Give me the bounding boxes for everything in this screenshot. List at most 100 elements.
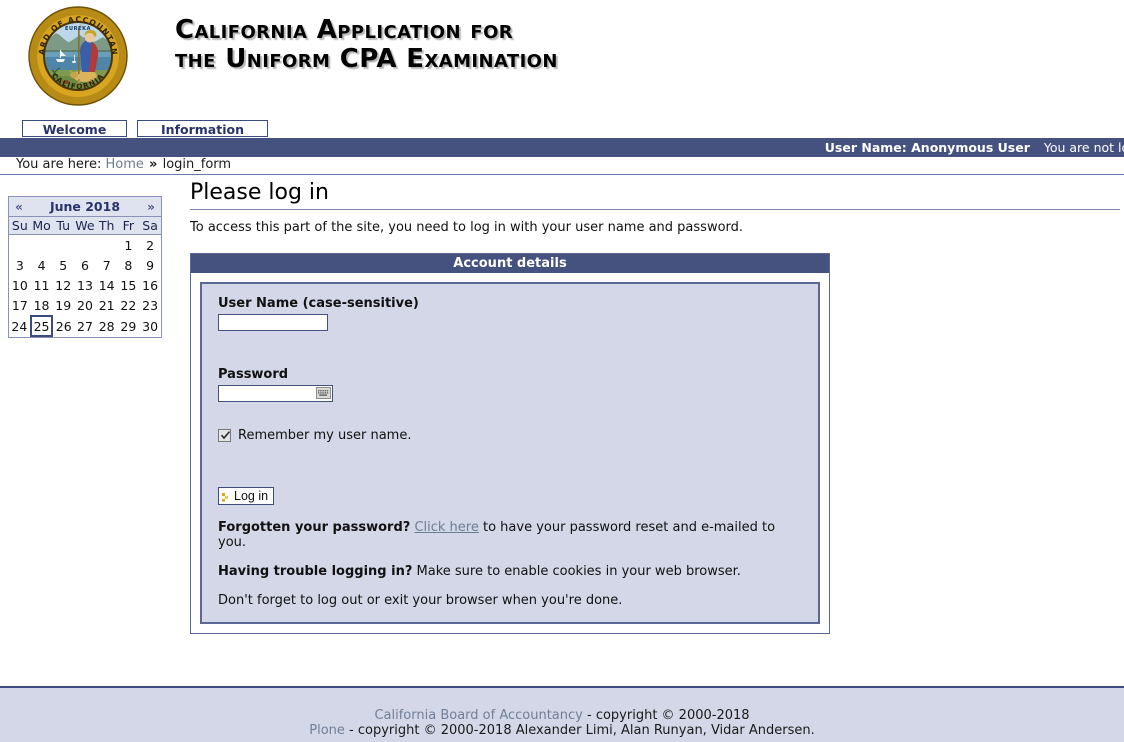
calendar-day[interactable]: 12 xyxy=(52,275,74,295)
calendar-table: Su Mo Tu We Th Fr Sa 1 2 3 4 5 6 7 8 9 10 11 12 13 14… xyxy=(9,217,161,337)
calendar-day[interactable]: 14 xyxy=(96,275,118,295)
calendar-day[interactable]: 24 xyxy=(9,316,31,336)
seal-graphic: BOARD OF ACCOUNTANCY CALIFORNIA EUREKA xyxy=(28,6,128,106)
calendar-week-row: 12 xyxy=(9,235,161,256)
calendar-day[interactable]: 15 xyxy=(118,275,140,295)
logout-note: Don't forget to log out or exit your bro… xyxy=(218,593,623,608)
calendar-day[interactable]: 16 xyxy=(139,275,161,295)
login-icon-glyph xyxy=(222,493,228,502)
calendar-day[interactable]: 13 xyxy=(74,275,96,295)
username-label: User Name (case-sensitive) xyxy=(218,296,419,311)
trouble-line: Having trouble logging in? Make sure to … xyxy=(218,564,802,579)
calendar-day[interactable]: 7 xyxy=(96,255,118,275)
global-nav-tabs: Welcome Information xyxy=(0,120,1124,139)
calendar-day-empty xyxy=(31,235,53,256)
footer-plone-link[interactable]: Plone xyxy=(309,723,345,738)
calendar-day[interactable]: 20 xyxy=(74,295,96,316)
calendar-weekday: Su xyxy=(9,217,31,235)
personal-bar: User Name: Anonymous User You are not log… xyxy=(0,138,1124,157)
breadcrumb-home-link[interactable]: Home xyxy=(106,157,144,172)
footer-cba-copyright: - copyright © 2000-2018 xyxy=(587,708,750,723)
calendar-week-row: 17 18 19 20 21 22 23 xyxy=(9,295,161,316)
forgot-password-bold: Forgotten your password? xyxy=(218,520,411,535)
footer-cba-link[interactable]: California Board of Accountancy xyxy=(374,708,582,723)
calendar-day[interactable]: 17 xyxy=(9,295,31,316)
calendar-day[interactable]: 27 xyxy=(74,316,96,336)
calendar-day[interactable]: 8 xyxy=(118,255,140,275)
calendar-day[interactable]: 9 xyxy=(139,255,161,275)
calendar-day[interactable]: 6 xyxy=(74,255,96,275)
calendar-weekday: We xyxy=(74,217,96,235)
calendar-week-row: 10 11 12 13 14 15 16 xyxy=(9,275,161,295)
calendar-day[interactable]: 19 xyxy=(52,295,74,316)
calendar-day[interactable]: 26 xyxy=(52,316,74,336)
site-header: BOARD OF ACCOUNTANCY CALIFORNIA EUREKA C… xyxy=(0,0,1124,118)
calendar-weekday: Sa xyxy=(139,217,161,235)
footer-line-1: California Board of Accountancy - copyri… xyxy=(0,708,1124,723)
breadcrumb: You are here: Home » login_form xyxy=(0,157,1124,175)
calendar-weekday: Mo xyxy=(30,217,53,235)
calendar-month-title: June 2018 xyxy=(49,199,121,214)
login-button[interactable]: Log in xyxy=(218,487,275,505)
calendar-day-empty xyxy=(96,235,118,256)
main-content: Please log in To access this part of the… xyxy=(190,180,1120,634)
footer-plone-copyright: - copyright © 2000-2018 Alexander Limi, … xyxy=(349,723,815,738)
breadcrumb-current: login_form xyxy=(162,157,232,172)
remember-row[interactable]: Remember my user name. xyxy=(218,428,802,443)
breadcrumb-prefix: You are here: xyxy=(16,157,102,172)
calendar-week-row: 3456789 xyxy=(9,255,161,275)
calendar-day[interactable]: 29 xyxy=(118,316,140,336)
calendar-day[interactable]: 11 xyxy=(31,275,53,295)
calendar-weekday: Fr xyxy=(117,217,140,235)
calendar-day[interactable]: 10 xyxy=(9,275,31,295)
trouble-bold: Having trouble logging in? xyxy=(218,564,413,579)
calendar-day[interactable]: 2 xyxy=(139,235,161,256)
page-title-banner: California Application for the Uniform C… xyxy=(175,15,558,74)
account-details-legend: Account details xyxy=(191,254,829,273)
user-name-label: User Name: Anonymous User xyxy=(824,140,1030,155)
tab-welcome[interactable]: Welcome xyxy=(22,120,127,137)
calendar-header: « June 2018 » xyxy=(9,197,161,217)
password-field-wrapper xyxy=(218,385,333,402)
remember-checkbox[interactable] xyxy=(218,429,231,442)
trouble-rest: Make sure to enable cookies in your web … xyxy=(416,564,741,579)
login-status-label: You are not logged in xyxy=(1043,140,1124,155)
calendar-weekday: Tu xyxy=(52,217,75,235)
calendar-day[interactable]: 23 xyxy=(139,295,161,316)
calendar-day[interactable]: 3 xyxy=(9,255,31,275)
calendar-day-empty xyxy=(9,235,31,256)
page-description: To access this part of the site, you nee… xyxy=(190,220,744,235)
credentials-fieldset: User Name (case-sensitive) Password Reme… xyxy=(200,282,820,624)
calendar-day[interactable]: 4 xyxy=(31,255,53,275)
calendar-day[interactable]: 5 xyxy=(52,255,74,275)
forgot-password-line: Forgotten your password? Click here to h… xyxy=(218,520,802,550)
calendar-prev-icon[interactable]: « xyxy=(9,200,29,214)
remember-label: Remember my user name. xyxy=(238,428,412,443)
calendar-day[interactable]: 21 xyxy=(96,295,118,316)
calendar-week-row: 24 25 26 27 28 29 30 xyxy=(9,315,161,337)
calendar-weekday-row: Su Mo Tu We Th Fr Sa xyxy=(9,217,161,235)
keyboard-icon[interactable] xyxy=(316,387,331,399)
svg-text:EUREKA: EUREKA xyxy=(65,26,91,32)
tab-information[interactable]: Information xyxy=(137,120,268,137)
breadcrumb-separator-icon: » xyxy=(149,157,158,172)
username-input[interactable] xyxy=(218,314,328,331)
site-footer: California Board of Accountancy - copyri… xyxy=(0,686,1124,742)
keyboard-glyph xyxy=(318,390,329,396)
calendar-weekday: Th xyxy=(95,217,118,235)
cba-seal-logo: BOARD OF ACCOUNTANCY CALIFORNIA EUREKA xyxy=(28,6,128,106)
calendar-day[interactable]: 25 xyxy=(29,315,54,337)
calendar-day[interactable]: 28 xyxy=(96,316,118,336)
calendar-day[interactable]: 1 xyxy=(118,235,140,256)
login-form: Account details User Name (case-sensitiv… xyxy=(190,253,830,634)
calendar-next-icon[interactable]: » xyxy=(141,200,161,214)
checkmark-icon xyxy=(220,431,231,440)
page-title: Please log in xyxy=(190,180,1120,210)
calendar-day[interactable]: 22 xyxy=(118,295,140,316)
calendar-day[interactable]: 30 xyxy=(139,316,161,336)
forgot-password-link[interactable]: Click here xyxy=(414,520,478,535)
calendar-portlet: « June 2018 » Su Mo Tu We Th Fr Sa 12345… xyxy=(8,196,162,338)
login-button-label: Log in xyxy=(234,489,269,503)
footer-line-2: Plone - copyright © 2000-2018 Alexander … xyxy=(0,723,1124,738)
calendar-day[interactable]: 18 xyxy=(31,295,53,316)
